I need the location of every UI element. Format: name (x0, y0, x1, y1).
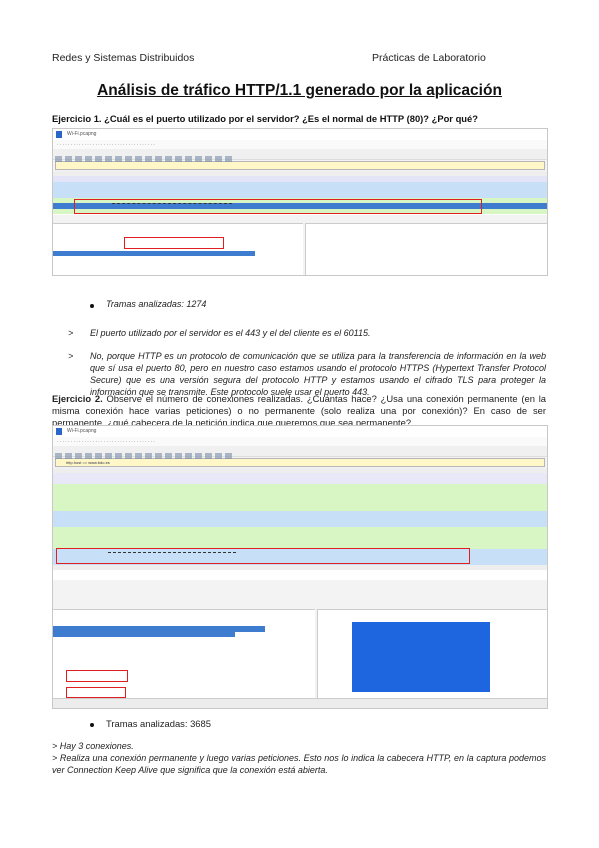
arrow-marker: > (68, 328, 74, 338)
window-titlebar: Wi-Fi.pcapng (53, 426, 547, 437)
highlight-selected-packet (56, 548, 470, 564)
display-filter-bar[interactable]: http.host == www.bdo.es (55, 458, 545, 467)
display-filter-bar (55, 161, 545, 170)
page-title: Análisis de tráfico HTTP/1.1 generado po… (97, 82, 502, 99)
wireshark-fin-icon (56, 428, 62, 435)
wireshark-screenshot-2: Wi-Fi.pcapng · · · · · · · · · · · · · ·… (52, 425, 548, 709)
ex2-answer-1: > Hay 3 conexiones. (52, 741, 134, 751)
exercise-1-question: Ejercicio 1. ¿Cuál es el puerto utilizad… (52, 113, 478, 124)
packet-bytes (305, 223, 547, 275)
window-title: Wi-Fi.pcapng (67, 428, 97, 434)
window-titlebar: Wi-Fi.pcapng (53, 129, 547, 140)
arrow-marker: > (68, 351, 74, 361)
highlight-keepalive-header (66, 687, 126, 698)
packet-bytes (317, 609, 547, 700)
status-bar (53, 698, 547, 708)
doc-header-right: Prácticas de Laboratorio (372, 52, 486, 64)
toolbar (53, 446, 547, 459)
window-title: Wi-Fi.pcapng (67, 131, 97, 137)
highlight-selected-packet (74, 199, 482, 214)
ex1-bullet: Tramas analizadas: 1274 (106, 299, 207, 309)
highlight-connection-header (66, 670, 128, 682)
highlight-dash (112, 203, 232, 204)
doc-header-left: Redes y Sistemas Distribuidos (52, 52, 195, 64)
highlight-dash (108, 552, 236, 553)
packet-details (53, 223, 303, 275)
highlight-port-field (124, 237, 224, 249)
ex1-answer-2: No, porque HTTP es un protocolo de comun… (90, 351, 546, 397)
toolbar (53, 149, 547, 162)
menu-bar: · · · · · · · · · · · · · · · · · · · · … (53, 140, 547, 149)
ex2-bullet: Tramas analizadas: 3685 (106, 718, 211, 729)
ex1-answer-1: El puerto utilizado por el servidor es e… (90, 328, 371, 338)
wireshark-fin-icon (56, 131, 62, 138)
menu-bar: · · · · · · · · · · · · · · · · · · · · … (53, 437, 547, 446)
ex2-answer-2: > Realiza una conexión permanente y lueg… (52, 753, 546, 775)
